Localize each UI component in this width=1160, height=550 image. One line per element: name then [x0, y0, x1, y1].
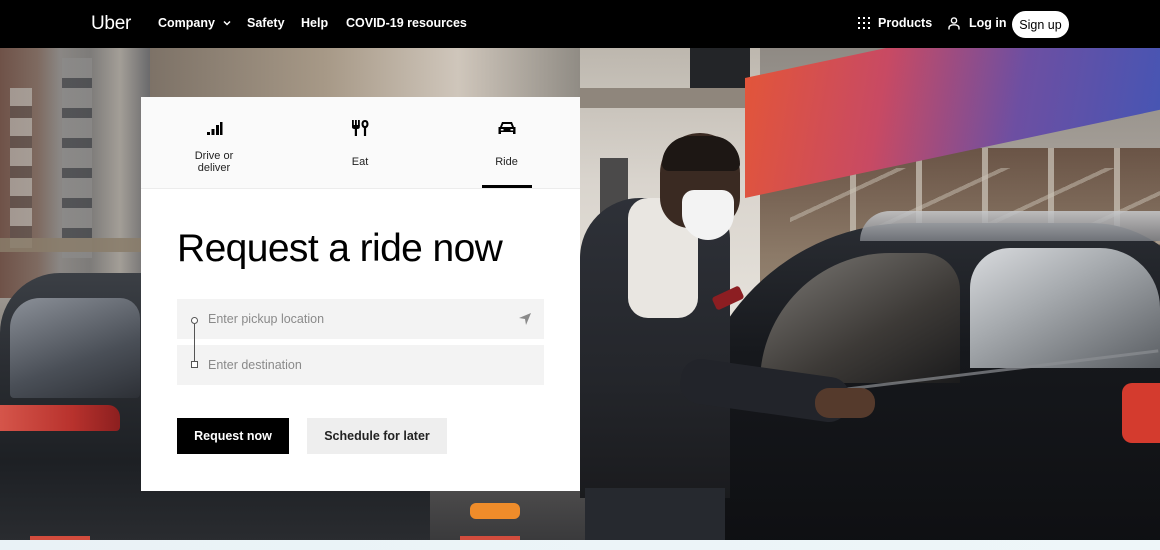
top-nav: Uber Company Safety Help COVID-19 resour… [0, 0, 1160, 48]
chevron-down-icon [223, 20, 231, 26]
nav-company[interactable]: Company [158, 16, 231, 30]
background-car-light [470, 503, 520, 519]
person-hair [662, 136, 740, 171]
suv-rear-window [10, 298, 140, 398]
page-bottom-strip [0, 540, 1160, 550]
route-connector-line [194, 324, 196, 361]
nav-safety[interactable]: Safety [247, 16, 285, 30]
person-icon [948, 16, 960, 29]
grid-icon [858, 17, 870, 29]
suv-taillight [0, 405, 120, 431]
uber-logo[interactable]: Uber [91, 13, 131, 35]
tab-eat-label: Eat [351, 156, 369, 168]
nav-products-label: Products [878, 16, 933, 30]
ride-request-card: Drive or deliver Eat Ride Request a ride… [141, 97, 580, 491]
tab-ride[interactable]: Ride [433, 97, 580, 188]
nav-company-label: Company [158, 16, 215, 30]
nav-covid-label: COVID-19 resources [346, 16, 467, 30]
signal-bars-icon [207, 122, 223, 135]
destination-input[interactable] [208, 358, 498, 372]
fork-spoon-icon [352, 120, 369, 136]
nav-login[interactable]: Log in [948, 16, 1007, 30]
building-cornice [580, 88, 760, 108]
nav-help-label: Help [301, 16, 329, 30]
nav-help[interactable]: Help [301, 16, 328, 30]
face-mask [682, 190, 734, 240]
pickup-field[interactable] [177, 299, 544, 339]
nav-login-label: Log in [969, 16, 1007, 30]
navigation-arrow-icon[interactable] [518, 312, 532, 326]
sedan-roof-reflection [860, 211, 1160, 241]
destination-field[interactable] [177, 345, 544, 385]
roof-rail [0, 238, 150, 252]
nav-safety-label: Safety [247, 16, 285, 30]
pickup-input[interactable] [208, 312, 498, 326]
schedule-for-later-button[interactable]: Schedule for later [307, 418, 447, 454]
person-legs [585, 488, 725, 540]
building-windows [10, 88, 32, 248]
tab-drive-or-deliver[interactable]: Drive or deliver [141, 97, 287, 188]
signup-button[interactable]: Sign up [1012, 11, 1069, 38]
nav-products[interactable]: Products [858, 16, 932, 30]
tab-drive-label: Drive or deliver [194, 150, 234, 174]
request-now-button[interactable]: Request now [177, 418, 289, 454]
hand [815, 388, 875, 418]
sedan-taillight [1122, 383, 1160, 443]
nav-covid-resources[interactable]: COVID-19 resources [346, 16, 467, 30]
route-origin-dot-icon [191, 317, 198, 324]
page-title: Request a ride now [177, 227, 503, 270]
building-windows [62, 58, 92, 258]
route-destination-square-icon [191, 361, 198, 368]
sedan-rear-window [970, 248, 1160, 368]
tab-ride-label: Ride [495, 156, 518, 168]
service-tabs: Drive or deliver Eat Ride [141, 97, 580, 189]
tab-eat[interactable]: Eat [287, 97, 433, 188]
building-window [690, 48, 750, 88]
car-icon [498, 122, 515, 134]
